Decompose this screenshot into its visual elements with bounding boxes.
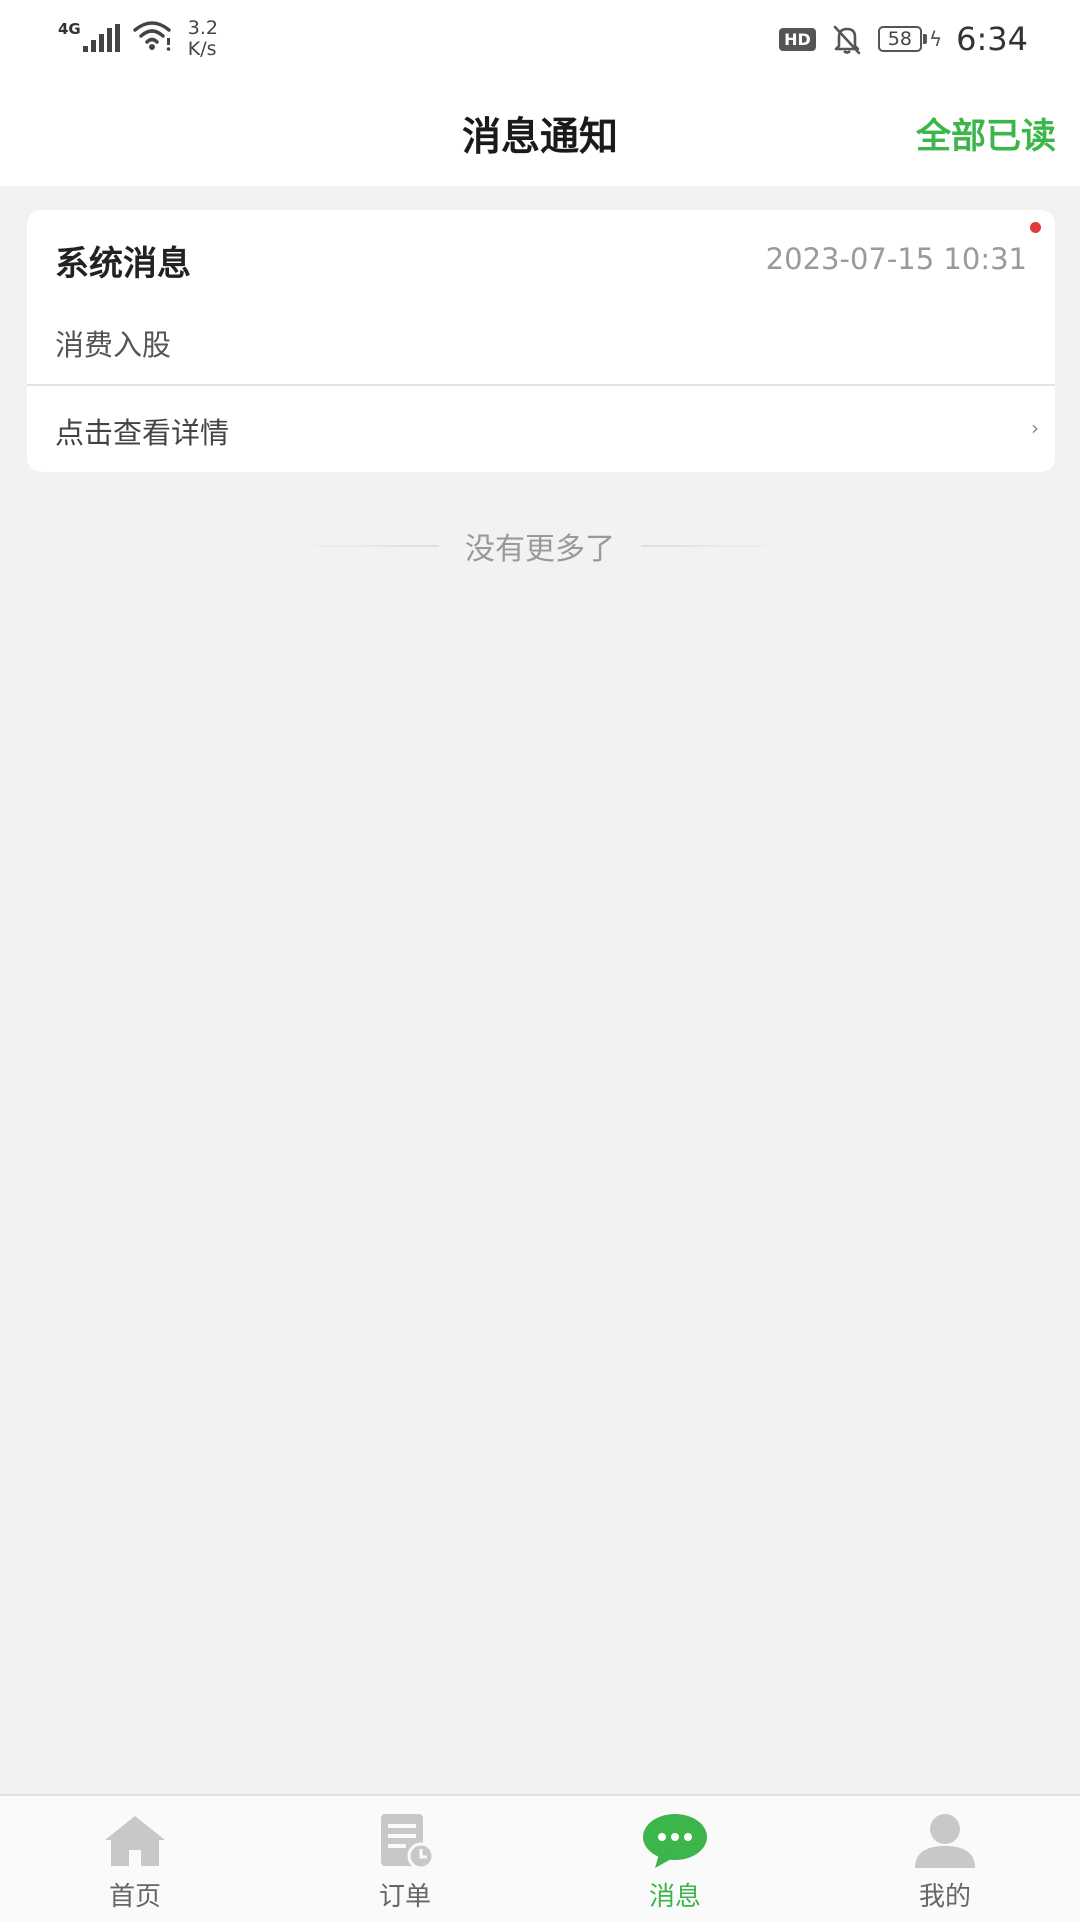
- status-left: 4G 3.2 K/s: [58, 18, 218, 60]
- battery-level: 58: [877, 26, 922, 52]
- speed-unit: K/s: [187, 38, 217, 60]
- unread-dot: [1030, 222, 1041, 233]
- network-speed: 3.2 K/s: [188, 18, 218, 60]
- user-icon: [915, 1814, 975, 1868]
- view-details-link[interactable]: 点击查看详情 ›: [27, 386, 1055, 472]
- message-card[interactable]: 系统消息 2023-07-15 10:31 消费入股 点击查看详情 ›: [27, 210, 1055, 472]
- list-end-indicator: 没有更多了: [0, 526, 1080, 567]
- status-bar: 4G 3.2 K/s HD 58 ϟ 6:34: [0, 0, 1080, 78]
- no-more-text: 没有更多了: [465, 532, 615, 567]
- tab-orders[interactable]: 订单: [270, 1796, 540, 1922]
- bell-off-icon: [833, 25, 861, 55]
- message-time: 2023-07-15 10:31: [765, 242, 1027, 276]
- chevron-right-icon: ›: [1031, 416, 1039, 440]
- message-content: 消费入股: [55, 328, 172, 362]
- divider: [289, 545, 439, 547]
- hd-badge: HD: [779, 27, 816, 51]
- battery-icon: 58 ϟ: [877, 26, 943, 52]
- status-right: HD 58 ϟ 6:34: [779, 20, 1028, 58]
- tab-orders-label: 订单: [378, 1882, 431, 1912]
- signal-icon: [82, 18, 120, 52]
- header: 消息通知 全部已读: [0, 78, 1080, 186]
- message-title: 系统消息: [55, 244, 191, 284]
- tab-messages[interactable]: 消息: [540, 1796, 810, 1922]
- order-icon: [381, 1814, 435, 1870]
- wifi-icon: [133, 21, 171, 51]
- speed-value: 3.2: [187, 17, 218, 39]
- tab-profile-label: 我的: [918, 1882, 971, 1912]
- chat-icon: [643, 1814, 707, 1868]
- home-icon: [105, 1816, 165, 1866]
- clock: 6:34: [956, 20, 1028, 58]
- divider: [641, 545, 791, 547]
- tab-home[interactable]: 首页: [0, 1796, 270, 1922]
- tab-messages-label: 消息: [648, 1882, 701, 1912]
- mark-all-read-button[interactable]: 全部已读: [916, 108, 1056, 159]
- charging-icon: ϟ: [928, 27, 943, 51]
- tab-bar: 首页 订单 消息 我的: [0, 1794, 1080, 1922]
- view-details-label: 点击查看详情: [55, 416, 230, 450]
- network-type: 4G: [58, 20, 81, 38]
- tab-profile[interactable]: 我的: [810, 1796, 1080, 1922]
- tab-home-label: 首页: [108, 1882, 161, 1912]
